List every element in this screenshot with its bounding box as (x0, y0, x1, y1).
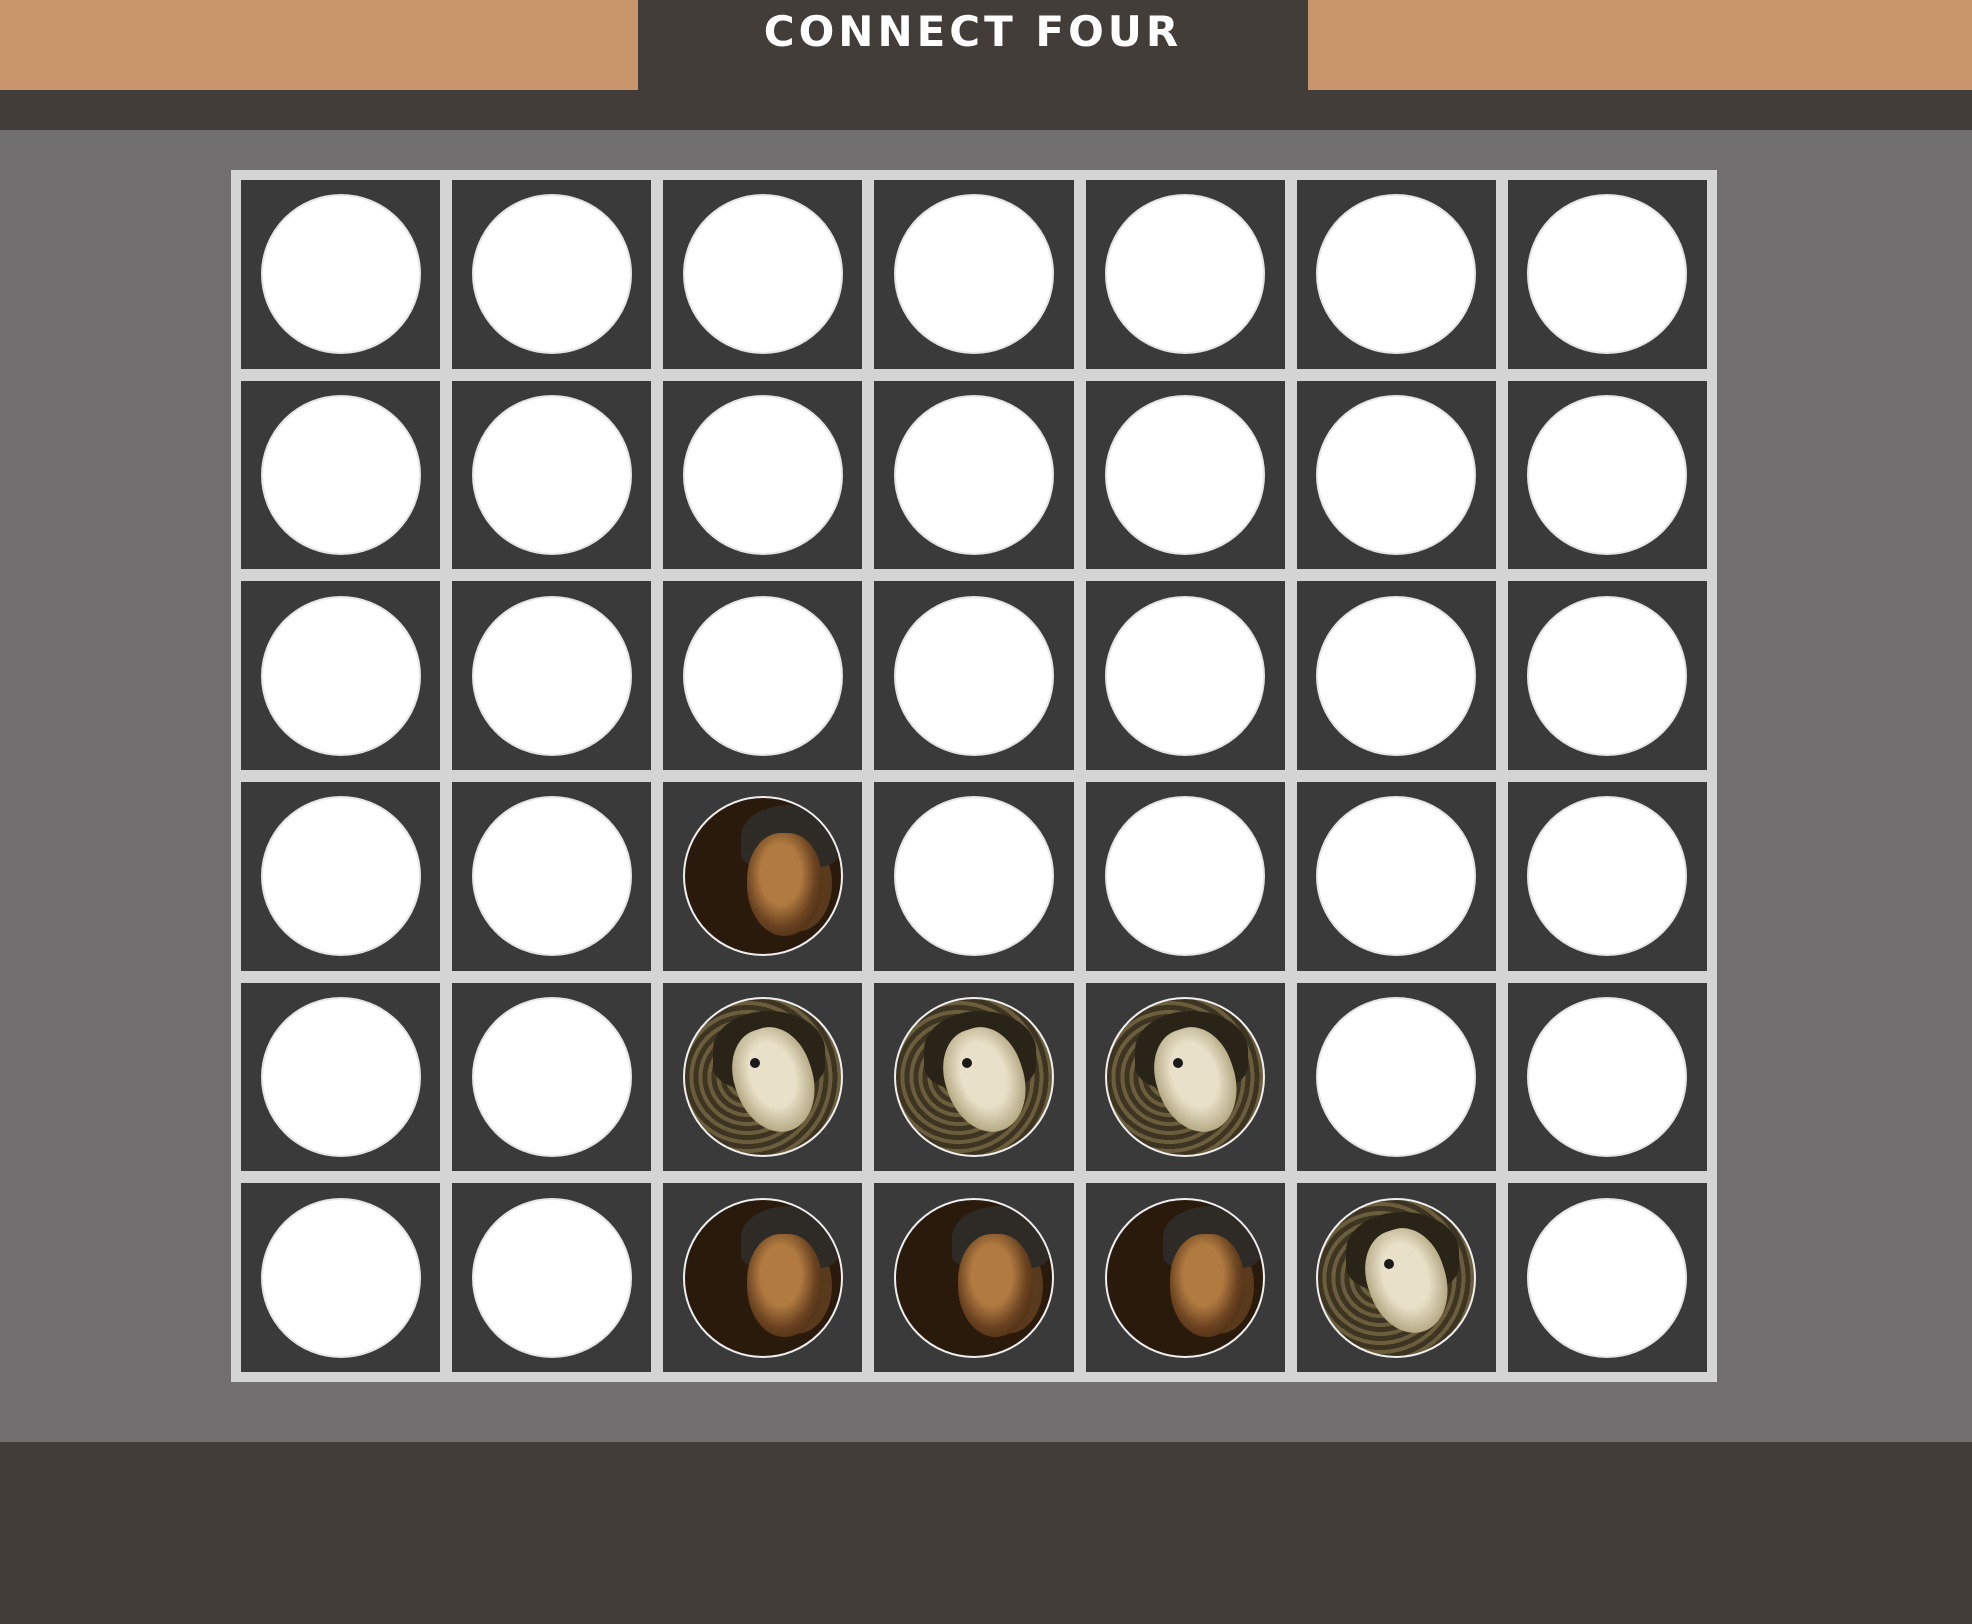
empty-slot (260, 194, 421, 355)
board-cell[interactable] (452, 982, 652, 1172)
board-cell[interactable] (452, 581, 652, 770)
board-cell[interactable] (663, 782, 863, 971)
board-cell[interactable] (241, 180, 441, 369)
board-cell[interactable] (241, 1183, 441, 1372)
empty-slot (1105, 796, 1266, 957)
board-cell[interactable] (241, 982, 441, 1172)
empty-slot (1316, 796, 1477, 957)
board-cell[interactable] (452, 180, 652, 369)
board-cell[interactable] (1296, 782, 1496, 971)
board-cell[interactable] (1085, 180, 1285, 369)
empty-slot (893, 194, 1054, 355)
empty-slot (893, 595, 1054, 756)
sepia-face-disc-icon (1105, 996, 1266, 1157)
empty-slot (1316, 394, 1477, 555)
board-cell[interactable] (874, 180, 1074, 369)
empty-slot (1527, 1197, 1688, 1358)
empty-slot (260, 1197, 421, 1358)
board-cell[interactable] (1296, 380, 1496, 570)
empty-slot (260, 394, 421, 555)
board-cell[interactable] (1507, 1183, 1707, 1372)
board-cell[interactable] (1296, 581, 1496, 770)
board-cell[interactable] (663, 1183, 863, 1372)
board-cell[interactable] (663, 180, 863, 369)
empty-slot (260, 595, 421, 756)
board-cell[interactable] (1085, 782, 1285, 971)
disc-art-face (747, 832, 823, 936)
empty-slot (682, 394, 843, 555)
board-cell[interactable] (1085, 1183, 1285, 1372)
board-cell[interactable] (452, 782, 652, 971)
empty-slot (471, 595, 632, 756)
empty-slot (682, 194, 843, 355)
sepia-face-disc-icon (1316, 1197, 1477, 1358)
nebula-face-disc-icon (682, 796, 843, 957)
empty-slot (1316, 595, 1477, 756)
game-page: CONNECT FOUR (0, 0, 1972, 1624)
disc-art-bindi (1383, 1258, 1394, 1269)
header-band-right (1308, 0, 1972, 90)
disc-art-face (1169, 1233, 1245, 1337)
board-cell[interactable] (663, 380, 863, 570)
disc-art-bindi (1172, 1058, 1183, 1069)
nebula-face-disc-icon (893, 1197, 1054, 1358)
empty-slot (893, 394, 1054, 555)
header-title-box: CONNECT FOUR (638, 0, 1308, 90)
empty-slot (1527, 796, 1688, 957)
board-cell[interactable] (663, 581, 863, 770)
empty-slot (471, 394, 632, 555)
empty-slot (1105, 394, 1266, 555)
empty-slot (1316, 194, 1477, 355)
disc-art-face (747, 1233, 823, 1337)
empty-slot (893, 796, 1054, 957)
board-cell[interactable] (241, 782, 441, 971)
empty-slot (1527, 595, 1688, 756)
board-cell[interactable] (874, 982, 1074, 1172)
play-area (0, 130, 1972, 1442)
empty-slot (1105, 595, 1266, 756)
empty-slot (1316, 996, 1477, 1157)
board-cell[interactable] (1296, 982, 1496, 1172)
empty-slot (1527, 394, 1688, 555)
sepia-face-disc-icon (893, 996, 1054, 1157)
board-cell[interactable] (241, 581, 441, 770)
board-cell[interactable] (1085, 581, 1285, 770)
page-title: CONNECT FOUR (763, 6, 1183, 56)
game-board (231, 170, 1717, 1382)
board-cell[interactable] (1507, 380, 1707, 570)
header-band-left (0, 0, 638, 90)
board-cell[interactable] (874, 380, 1074, 570)
empty-slot (1527, 996, 1688, 1157)
empty-slot (260, 996, 421, 1157)
board-cell[interactable] (663, 982, 863, 1172)
empty-slot (471, 996, 632, 1157)
board-cell[interactable] (1296, 180, 1496, 369)
empty-slot (471, 796, 632, 957)
board-cell[interactable] (1085, 982, 1285, 1172)
board-cell[interactable] (1085, 380, 1285, 570)
board-cell[interactable] (1296, 1183, 1496, 1372)
board-cell[interactable] (1507, 180, 1707, 369)
board-cell[interactable] (241, 380, 441, 570)
empty-slot (260, 796, 421, 957)
nebula-face-disc-icon (682, 1197, 843, 1358)
board-cell[interactable] (1507, 982, 1707, 1172)
board-cell[interactable] (452, 380, 652, 570)
board-cell[interactable] (874, 1183, 1074, 1372)
board-cell[interactable] (874, 581, 1074, 770)
empty-slot (471, 194, 632, 355)
empty-slot (471, 1197, 632, 1358)
empty-slot (1105, 194, 1266, 355)
nebula-face-disc-icon (1105, 1197, 1266, 1358)
board-cell[interactable] (1507, 782, 1707, 971)
board-cell[interactable] (1507, 581, 1707, 770)
empty-slot (682, 595, 843, 756)
empty-slot (1527, 194, 1688, 355)
disc-art-face (958, 1233, 1034, 1337)
disc-art-bindi (961, 1058, 972, 1069)
board-cell[interactable] (874, 782, 1074, 971)
board-cell[interactable] (452, 1183, 652, 1372)
sepia-face-disc-icon (682, 996, 843, 1157)
